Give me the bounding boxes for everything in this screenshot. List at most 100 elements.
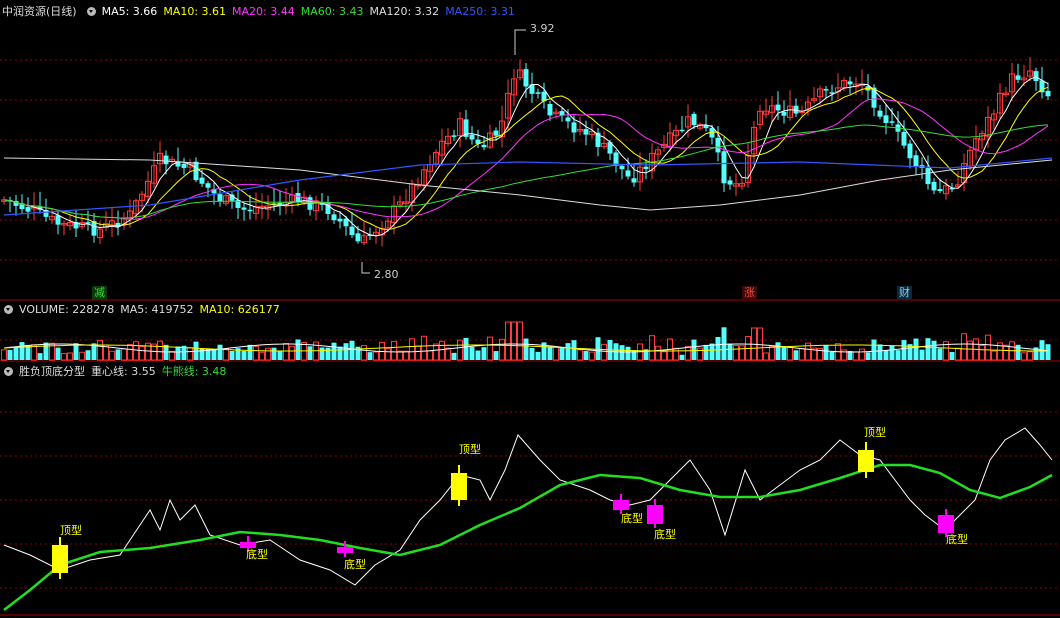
candle-body — [619, 165, 625, 170]
volume-bar — [655, 345, 661, 361]
volume-bar — [325, 347, 331, 360]
volume-bar — [931, 340, 937, 360]
bottom-signal-bar — [647, 505, 663, 524]
volume-bar — [769, 346, 775, 361]
high-pointer — [514, 29, 526, 55]
high-price-label: 3.92 — [530, 22, 555, 35]
ma60-line — [3, 124, 1049, 219]
center-line-label: 重心线: 3.55 — [91, 365, 156, 378]
volume-bar — [763, 352, 769, 361]
center-line — [3, 427, 1053, 586]
signal-label: 顶型 — [459, 443, 481, 456]
candle-body — [583, 129, 589, 135]
ma20-label: MA20: 3.44 — [232, 5, 295, 18]
volume-bar — [949, 352, 955, 360]
candle-body — [907, 143, 913, 159]
candle-body — [781, 111, 787, 116]
volume-bar — [1021, 352, 1027, 361]
volume-bar — [925, 338, 931, 360]
candle-body — [523, 69, 529, 87]
candle-body — [631, 178, 637, 183]
candle-body — [565, 117, 571, 122]
ma10-line — [3, 86, 1049, 231]
candle-body — [823, 89, 829, 91]
volume-bar — [889, 345, 895, 360]
volume-bar — [913, 338, 919, 360]
volume-bar — [373, 351, 379, 361]
signal-label: 底型 — [654, 528, 676, 541]
volume-bar — [619, 345, 625, 360]
volume-bar — [781, 346, 787, 360]
signal-label: 底型 — [344, 558, 366, 571]
volume-header: VOLUME: 228278 MA5: 419752 MA10: 626177 — [0, 302, 286, 318]
volume-bar — [343, 343, 349, 360]
volume-bar — [487, 336, 493, 361]
volume-bar — [247, 344, 253, 360]
marker-reduce[interactable]: 减 — [92, 286, 107, 300]
volume-bar — [73, 343, 79, 360]
volume-bar — [391, 340, 397, 361]
dropdown-icon[interactable] — [4, 367, 13, 376]
volume-bar — [139, 345, 145, 361]
volume-bar — [283, 342, 289, 361]
volume-bar — [823, 345, 829, 360]
volume-bar — [679, 354, 685, 360]
candle-body — [163, 155, 169, 165]
candle-body — [1045, 90, 1051, 97]
volume-bar — [673, 347, 679, 361]
candle-body — [727, 180, 733, 185]
marker-finance[interactable]: 财 — [897, 286, 912, 300]
volume-bar — [67, 352, 73, 361]
top-signal-bar — [451, 473, 467, 500]
candle-body — [55, 215, 61, 225]
dropdown-icon[interactable] — [4, 305, 13, 314]
volume-bar — [409, 338, 415, 361]
signal-label: 底型 — [946, 533, 968, 546]
volume-bar — [661, 351, 667, 361]
volume-bar — [265, 347, 271, 361]
candle-body — [571, 122, 577, 133]
volume-bar — [625, 346, 631, 360]
volume-bar — [961, 333, 967, 361]
signal-label: 底型 — [621, 512, 643, 525]
volume-bar — [169, 350, 175, 361]
volume-bar — [337, 346, 343, 360]
candle-body — [331, 214, 337, 221]
low-pointer — [361, 262, 370, 274]
candle-body — [901, 131, 907, 146]
volume-bar — [319, 347, 325, 360]
candle-body — [199, 177, 205, 184]
volume-bar — [61, 353, 67, 361]
volume-bar — [787, 346, 793, 361]
volume-bar — [583, 351, 589, 360]
candle-body — [547, 103, 553, 116]
volume-bar — [895, 350, 901, 360]
volume-bar — [115, 349, 121, 360]
candle-body — [481, 144, 487, 148]
marker-rise[interactable]: 涨 — [742, 286, 757, 300]
top-signal-bar — [52, 545, 68, 573]
volume-bar — [1, 349, 7, 361]
volume-bar — [535, 351, 541, 360]
volume-bar — [55, 347, 61, 360]
volume-bar — [175, 346, 181, 360]
volume-bar — [901, 340, 907, 360]
volume-bar — [7, 349, 13, 360]
dropdown-icon[interactable] — [86, 7, 96, 16]
candle-body — [469, 134, 475, 140]
volume-bar — [277, 350, 283, 360]
volume-bar — [715, 336, 721, 360]
volume-bar — [589, 351, 595, 361]
bull-bear-line-label: 牛熊线: 3.48 — [161, 365, 227, 378]
candle-body — [349, 226, 355, 236]
volume-bar — [403, 350, 409, 361]
volume-bar — [883, 350, 889, 360]
candle-body — [691, 113, 697, 126]
signal-label: 顶型 — [60, 524, 82, 537]
volume-bar — [361, 345, 367, 361]
candle-body — [913, 155, 919, 167]
volume-bar — [793, 350, 799, 360]
volume-bar — [919, 349, 925, 360]
volume-bar — [385, 348, 391, 361]
volume-bar — [505, 321, 511, 361]
